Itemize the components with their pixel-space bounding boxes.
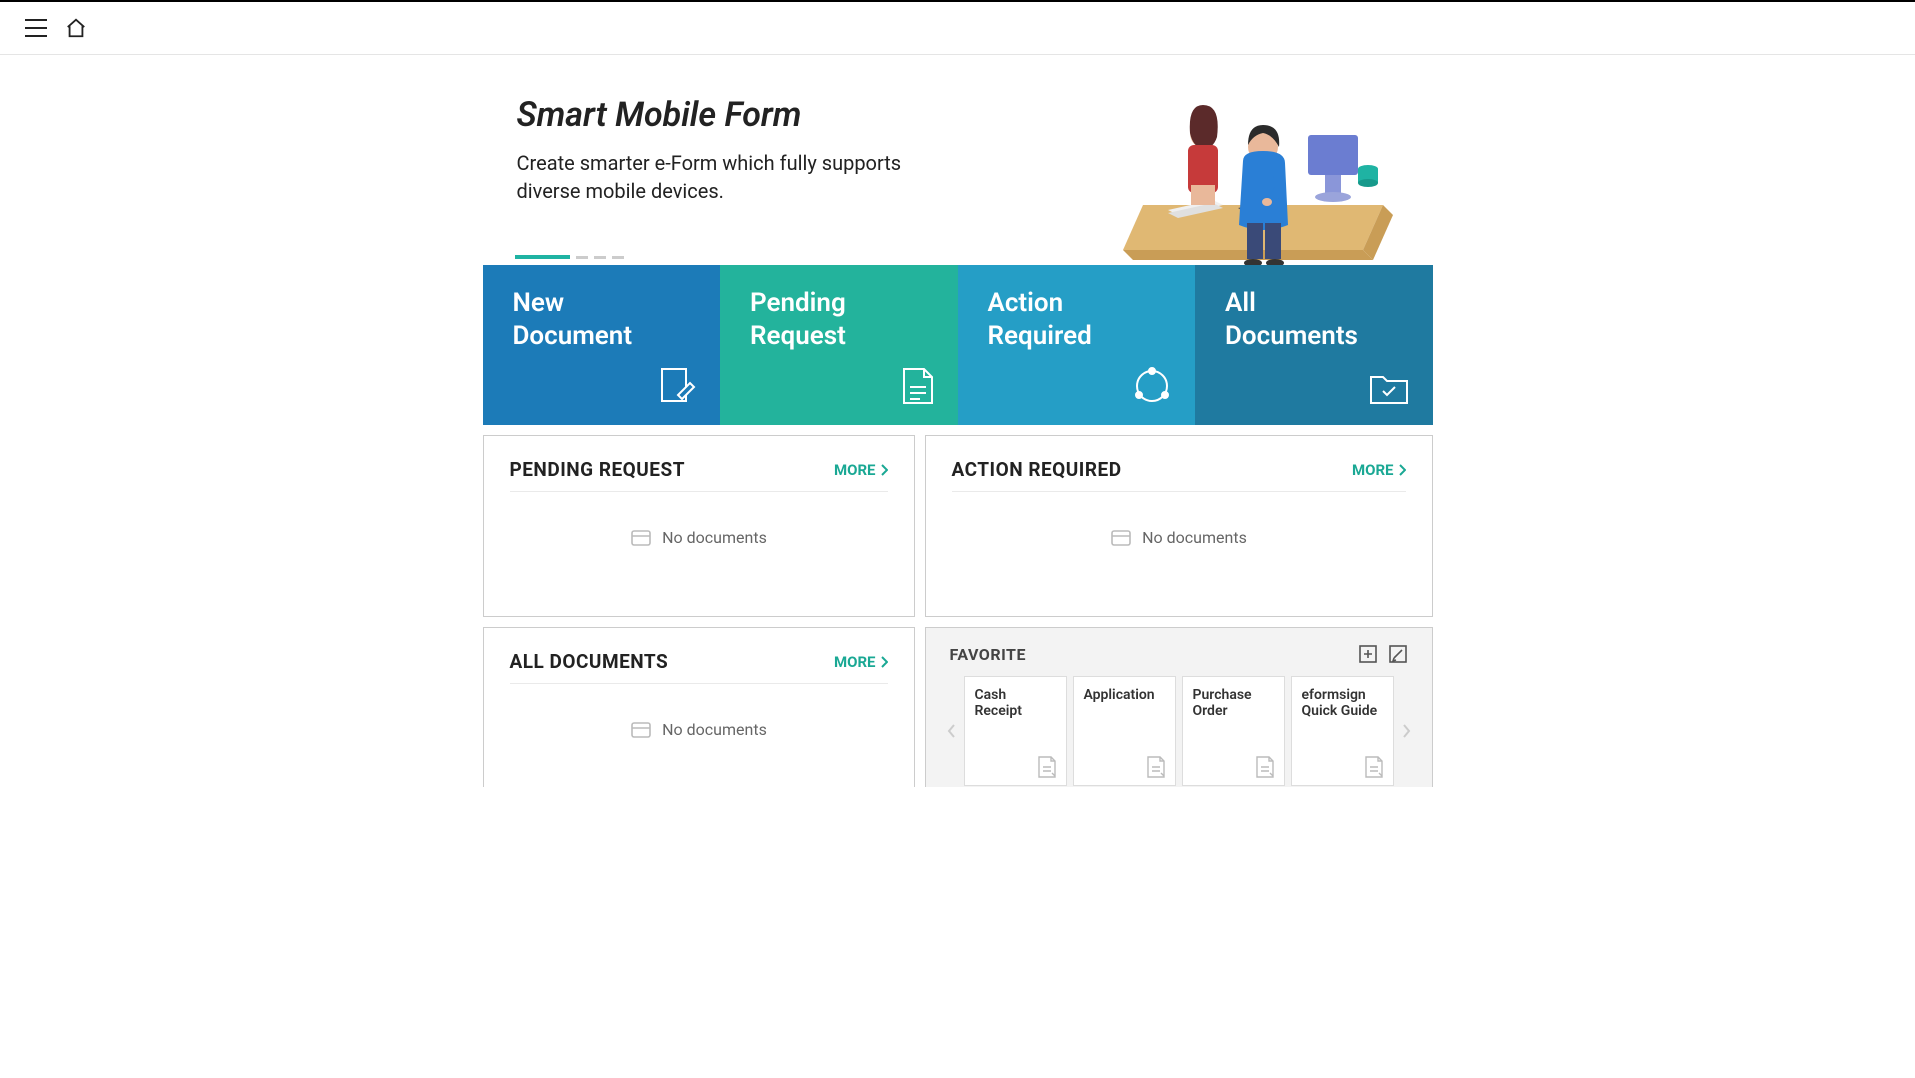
empty-text: No documents (1142, 528, 1247, 547)
favorite-card[interactable]: eformsign Quick Guide (1291, 676, 1394, 786)
tile-row: NewDocument PendingRequest A (483, 265, 1433, 425)
tile-pending-request[interactable]: PendingRequest (720, 265, 958, 425)
tile-title: AllDocuments (1225, 287, 1405, 352)
hero-subtitle: Create smarter e-Form which fully suppor… (517, 149, 957, 205)
panel-header: ALL DOCUMENTS MORE (510, 650, 888, 684)
cycle-icon (1131, 365, 1173, 407)
empty-state: No documents (952, 492, 1406, 567)
panel-header: FAVORITE (944, 644, 1414, 664)
edit-favorite-icon[interactable] (1388, 644, 1408, 664)
hero-title: Smart Mobile Form (517, 95, 1113, 135)
main-container: Smart Mobile Form Create smarter e-Form … (483, 55, 1433, 787)
tile-title: NewDocument (513, 287, 693, 352)
more-link[interactable]: MORE (834, 653, 888, 671)
favorite-row: Cash Receipt Application Purchase Order (944, 676, 1414, 786)
add-favorite-icon[interactable] (1358, 644, 1378, 664)
panel-title: ACTION REQUIRED (952, 458, 1122, 481)
hero-banner: Smart Mobile Form Create smarter e-Form … (483, 55, 1433, 265)
favorite-prev-icon[interactable] (944, 676, 958, 786)
document-empty-icon (630, 721, 652, 739)
header-bar (0, 2, 1915, 55)
empty-state: No documents (510, 492, 888, 567)
tile-new-document[interactable]: NewDocument (483, 265, 721, 425)
tile-title: ActionRequired (988, 287, 1168, 352)
tile-all-documents[interactable]: AllDocuments (1195, 265, 1433, 425)
favorite-card-label: eformsign Quick Guide (1302, 687, 1378, 719)
carousel-dot-1[interactable] (515, 255, 570, 259)
favorite-title: FAVORITE (950, 645, 1026, 664)
empty-text: No documents (662, 720, 767, 739)
panel-title: ALL DOCUMENTS (510, 650, 669, 673)
form-icon (1036, 755, 1058, 779)
panel-action-required: ACTION REQUIRED MORE No documents (925, 435, 1433, 617)
carousel-dot-4[interactable] (612, 256, 624, 259)
carousel-dot-3[interactable] (594, 256, 606, 259)
more-link[interactable]: MORE (1352, 461, 1406, 479)
form-icon (1363, 755, 1385, 779)
form-icon (1254, 755, 1276, 779)
panel-all-documents: ALL DOCUMENTS MORE No documents (483, 627, 915, 787)
folder-check-icon (1367, 369, 1411, 407)
hero-text: Smart Mobile Form Create smarter e-Form … (483, 85, 1113, 265)
document-lines-icon (900, 365, 936, 407)
more-link[interactable]: MORE (834, 461, 888, 479)
panel-title: PENDING REQUEST (510, 458, 685, 481)
panel-grid: PENDING REQUEST MORE No documents ACTION… (483, 435, 1433, 787)
favorite-card-label: Cash Receipt (975, 687, 1022, 719)
tile-action-required[interactable]: ActionRequired (958, 265, 1196, 425)
favorite-card[interactable]: Cash Receipt (964, 676, 1067, 786)
tile-title: PendingRequest (750, 287, 930, 352)
form-icon (1145, 755, 1167, 779)
panel-pending-request: PENDING REQUEST MORE No documents (483, 435, 915, 617)
favorite-card[interactable]: Purchase Order (1182, 676, 1285, 786)
panel-favorite: FAVORITE (925, 627, 1433, 787)
favorite-cards: Cash Receipt Application Purchase Order (964, 676, 1394, 786)
carousel-dot-2[interactable] (576, 256, 588, 259)
panel-header: PENDING REQUEST MORE (510, 458, 888, 492)
document-empty-icon (1110, 529, 1132, 547)
favorite-next-icon[interactable] (1400, 676, 1414, 786)
favorite-card[interactable]: Application (1073, 676, 1176, 786)
carousel-dots (515, 255, 624, 259)
empty-state: No documents (510, 684, 888, 759)
favorite-actions (1358, 644, 1408, 664)
document-edit-icon (656, 365, 698, 407)
favorite-card-label: Purchase Order (1193, 687, 1252, 719)
empty-text: No documents (662, 528, 767, 547)
panel-header: ACTION REQUIRED MORE (952, 458, 1406, 492)
hamburger-menu-icon[interactable] (24, 16, 48, 40)
home-icon[interactable] (64, 16, 88, 40)
hero-illustration (1113, 85, 1433, 265)
favorite-card-label: Application (1084, 687, 1155, 703)
document-empty-icon (630, 529, 652, 547)
